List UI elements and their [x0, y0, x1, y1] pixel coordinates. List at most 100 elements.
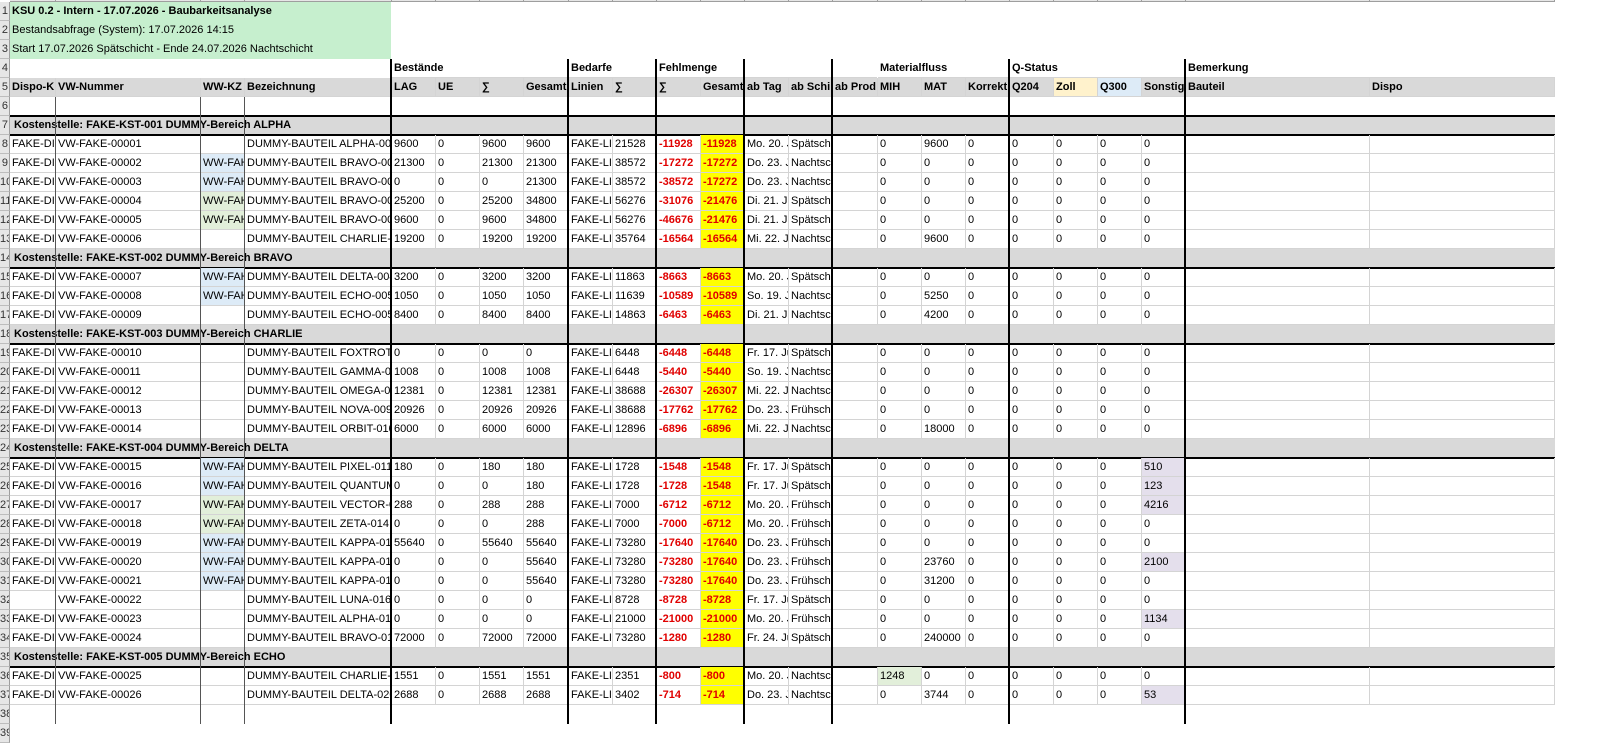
table-cell[interactable]: FAKE-LI	[569, 553, 613, 572]
table-cell[interactable]: VW-FAKE-00024	[56, 629, 201, 648]
table-cell[interactable]: 3200	[480, 268, 524, 287]
table-cell[interactable]	[833, 420, 878, 439]
header-cell[interactable]: ∑	[657, 78, 701, 97]
table-cell[interactable]: 0	[966, 135, 1010, 154]
table-cell[interactable]: 0	[436, 344, 480, 363]
table-cell[interactable]	[833, 591, 878, 610]
row-number[interactable]: 28	[0, 515, 10, 534]
column-letter-u[interactable]	[1098, 0, 1142, 2]
row-number[interactable]: 13	[0, 230, 10, 249]
table-cell[interactable]: 0	[878, 173, 922, 192]
table-cell[interactable]	[833, 515, 878, 534]
table-cell[interactable]: 31200	[922, 572, 966, 591]
table-cell[interactable]: 0	[1142, 629, 1186, 648]
table-cell[interactable]: 1050	[480, 287, 524, 306]
table-cell[interactable]: FAKE-LI	[569, 572, 613, 591]
table-cell[interactable]: DUMMY-BAUTEIL OMEGA-008	[245, 382, 392, 401]
table-cell[interactable]: 0	[966, 610, 1010, 629]
table-cell[interactable]: Mo. 20. J	[745, 268, 789, 287]
table-cell[interactable]: 20926	[524, 401, 569, 420]
table-cell[interactable]: -21000	[701, 610, 745, 629]
table-cell[interactable]	[833, 211, 878, 230]
row-number[interactable]: 25	[0, 458, 10, 477]
column-letter-j[interactable]	[613, 0, 657, 2]
table-cell[interactable]: 0	[878, 363, 922, 382]
table-cell[interactable]: WW-FAH	[201, 458, 245, 477]
table-cell[interactable]: FAKE-DI	[10, 173, 56, 192]
table-cell[interactable]: Nachtsc	[789, 154, 833, 173]
row-number[interactable]: 20	[0, 363, 10, 382]
table-cell[interactable]: FAKE-DI	[10, 629, 56, 648]
table-cell[interactable]: 1551	[392, 667, 436, 686]
table-cell[interactable]: 73280	[613, 534, 657, 553]
table-cell[interactable]: -6712	[657, 496, 701, 515]
table-cell[interactable]: So. 19. J	[745, 363, 789, 382]
table-cell[interactable]: 0	[1098, 610, 1142, 629]
header-cell[interactable]: ab Tag	[745, 78, 789, 97]
group-fehlmenge[interactable]: Fehlmenge	[657, 59, 877, 78]
table-cell[interactable]: -8728	[657, 591, 701, 610]
table-cell[interactable]: Nachtsc	[789, 306, 833, 325]
table-cell[interactable]: Do. 23. J	[745, 686, 789, 705]
table-cell[interactable]: -26307	[701, 382, 745, 401]
table-cell[interactable]: FAKE-LI	[569, 306, 613, 325]
table-cell[interactable]: 23760	[922, 553, 966, 572]
table-cell[interactable]: Spätsch	[789, 192, 833, 211]
column-letter-g[interactable]	[480, 0, 524, 2]
table-cell[interactable]	[201, 401, 245, 420]
table-cell[interactable]: Mo. 20. J	[745, 135, 789, 154]
table-cell[interactable]	[1370, 287, 1555, 306]
table-cell[interactable]: 2688	[480, 686, 524, 705]
table-cell[interactable]: 34800	[524, 192, 569, 211]
table-cell[interactable]	[1370, 173, 1555, 192]
table-cell[interactable]: 55640	[524, 534, 569, 553]
table-cell[interactable]: FAKE-LI	[569, 496, 613, 515]
table-cell[interactable]: FAKE-DI	[10, 458, 56, 477]
table-cell[interactable]: DUMMY-BAUTEIL LUNA-016	[245, 591, 392, 610]
table-cell[interactable]: -6448	[701, 344, 745, 363]
table-cell[interactable]	[1370, 268, 1555, 287]
table-cell[interactable]: 0	[436, 534, 480, 553]
table-cell[interactable]: 0	[1142, 230, 1186, 249]
table-cell[interactable]: 0	[1098, 401, 1142, 420]
table-cell[interactable]: DUMMY-BAUTEIL BRAVO-002	[245, 211, 392, 230]
table-cell[interactable]: 0	[1010, 306, 1054, 325]
table-cell[interactable]	[1186, 667, 1370, 686]
table-cell[interactable]	[1370, 477, 1555, 496]
table-cell[interactable]	[1186, 534, 1370, 553]
table-cell[interactable]: 0	[436, 458, 480, 477]
table-cell[interactable]: Do. 23. J	[745, 154, 789, 173]
table-cell[interactable]: -17640	[701, 534, 745, 553]
table-cell[interactable]: 19200	[392, 230, 436, 249]
table-cell[interactable]: VW-FAKE-00012	[56, 382, 201, 401]
table-cell[interactable]: Nachtsc	[789, 287, 833, 306]
table-cell[interactable]	[1186, 610, 1370, 629]
table-cell[interactable]: 0	[878, 477, 922, 496]
table-cell[interactable]: 12381	[480, 382, 524, 401]
table-cell[interactable]: FAKE-LI	[569, 173, 613, 192]
table-cell[interactable]: 0	[966, 230, 1010, 249]
table-cell[interactable]: FAKE-DI	[10, 230, 56, 249]
table-cell[interactable]: 1050	[524, 287, 569, 306]
table-cell[interactable]: FAKE-LI	[569, 610, 613, 629]
table-cell[interactable]: 8400	[480, 306, 524, 325]
table-cell[interactable]: 0	[878, 686, 922, 705]
table-cell[interactable]: 0	[878, 211, 922, 230]
table-cell[interactable]: 0	[966, 420, 1010, 439]
table-cell[interactable]: 0	[1054, 154, 1098, 173]
table-cell[interactable]: Spätsch	[789, 629, 833, 648]
table-cell[interactable]: Frühsch	[789, 515, 833, 534]
table-cell[interactable]: FAKE-LI	[569, 515, 613, 534]
stand-info[interactable]: Bestandsabfrage (System): 17.07.2026 14:…	[10, 21, 391, 40]
zeitraum-info[interactable]: Start 17.07.2026 Spätschicht - Ende 24.0…	[10, 40, 391, 59]
table-cell[interactable]: -16564	[701, 230, 745, 249]
table-cell[interactable]	[1186, 192, 1370, 211]
table-cell[interactable]: 0	[1098, 458, 1142, 477]
table-cell[interactable]: -1728	[657, 477, 701, 496]
table-cell[interactable]: 0	[436, 610, 480, 629]
table-cell[interactable]: 38572	[613, 154, 657, 173]
column-letter-o[interactable]	[833, 0, 878, 2]
table-cell[interactable]: 0	[392, 344, 436, 363]
table-cell[interactable]: 0	[1054, 496, 1098, 515]
table-cell[interactable]: 7000	[613, 515, 657, 534]
